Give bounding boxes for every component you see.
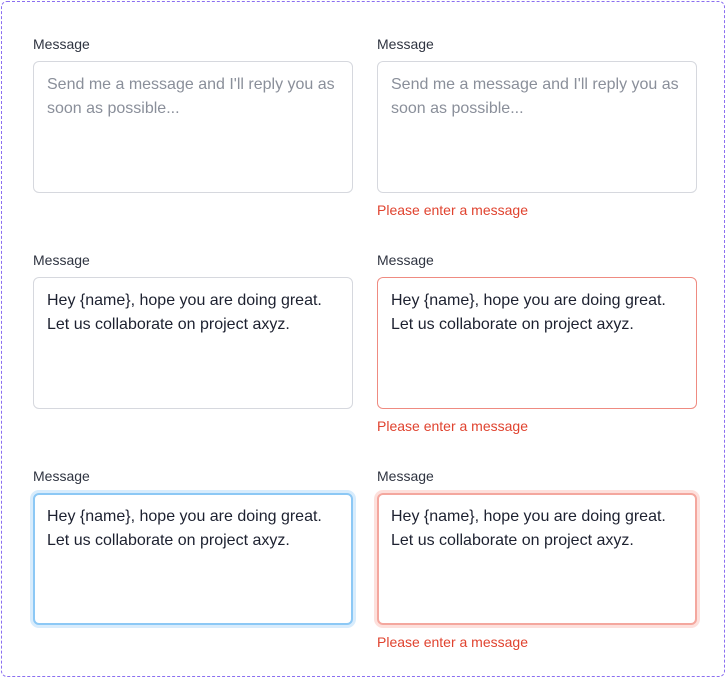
message-textarea[interactable]: Hey {name}, hope you are doing great. Le… bbox=[33, 277, 353, 409]
error-message: Please enter a message bbox=[377, 202, 528, 218]
message-field-filled: Message Hey {name}, hope you are doing g… bbox=[33, 251, 353, 409]
message-label: Message bbox=[33, 252, 90, 268]
message-label: Message bbox=[33, 36, 90, 52]
message-field-default: Message Send me a message and I'll reply… bbox=[33, 35, 353, 193]
message-textarea[interactable]: Hey {name}, hope you are doing great. Le… bbox=[33, 493, 353, 625]
message-label: Message bbox=[377, 468, 434, 484]
message-textarea[interactable]: Send me a message and I'll reply you as … bbox=[33, 61, 353, 193]
message-field-focused: Message Hey {name}, hope you are doing g… bbox=[33, 467, 353, 625]
message-label: Message bbox=[377, 36, 434, 52]
message-field-empty-error: Message Send me a message and I'll reply… bbox=[377, 35, 697, 219]
error-message: Please enter a message bbox=[377, 634, 528, 650]
error-message: Please enter a message bbox=[377, 418, 528, 434]
message-label: Message bbox=[377, 252, 434, 268]
message-field-filled-error: Message Hey {name}, hope you are doing g… bbox=[377, 251, 697, 435]
states-frame: Message Send me a message and I'll reply… bbox=[1, 1, 725, 677]
message-label: Message bbox=[33, 468, 90, 484]
message-field-focused-error: Message Hey {name}, hope you are doing g… bbox=[377, 467, 697, 651]
message-textarea[interactable]: Hey {name}, hope you are doing great. Le… bbox=[377, 493, 697, 625]
message-textarea[interactable]: Hey {name}, hope you are doing great. Le… bbox=[377, 277, 697, 409]
message-textarea[interactable]: Send me a message and I'll reply you as … bbox=[377, 61, 697, 193]
